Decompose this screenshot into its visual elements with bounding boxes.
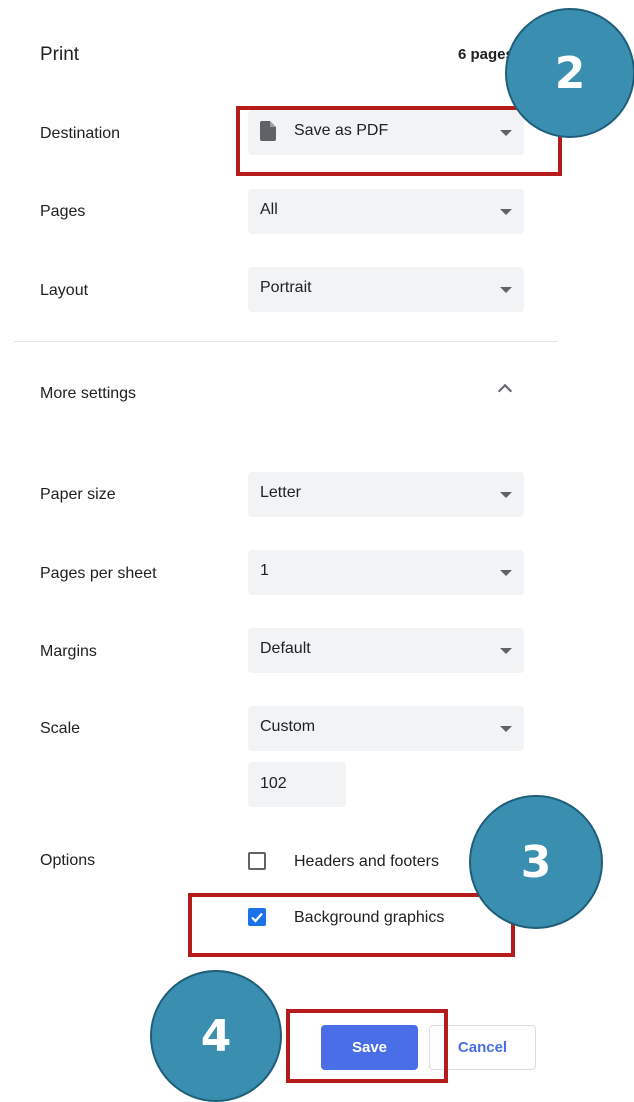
scale-input[interactable]: 102	[248, 762, 346, 807]
background-graphics-highlight-box	[188, 893, 515, 957]
margins-value: Default	[260, 640, 311, 657]
dropdown-arrow-icon	[500, 209, 512, 215]
pages-select[interactable]: All	[248, 189, 524, 234]
scale-select[interactable]: Custom	[248, 706, 524, 751]
scale-value: Custom	[260, 718, 316, 735]
paper-size-value: Letter	[260, 484, 301, 501]
layout-select[interactable]: Portrait	[248, 267, 524, 312]
pages-per-sheet-select[interactable]: 1	[248, 550, 524, 595]
destination-label: Destination	[40, 125, 121, 142]
pages-label: Pages	[40, 203, 86, 220]
layout-label: Layout	[40, 282, 89, 299]
step-4-callout: 4	[150, 970, 282, 1102]
dropdown-arrow-icon	[500, 648, 512, 654]
chevron-up-icon[interactable]	[497, 383, 513, 399]
paper-size-label: Paper size	[40, 486, 116, 503]
margins-label: Margins	[40, 643, 97, 660]
scale-input-value: 102	[260, 775, 287, 792]
step-2-callout: 2	[505, 8, 634, 138]
print-title: Print	[40, 44, 80, 65]
dropdown-arrow-icon	[500, 492, 512, 498]
headers-footers-checkbox[interactable]	[248, 852, 266, 870]
pages-per-sheet-label: Pages per sheet	[40, 565, 157, 582]
dropdown-arrow-icon	[500, 287, 512, 293]
save-highlight-box	[286, 1009, 448, 1083]
dropdown-arrow-icon	[500, 570, 512, 576]
pages-value: All	[260, 201, 278, 218]
headers-footers-label[interactable]: Headers and footers	[294, 853, 439, 871]
step-3-callout: 3	[469, 795, 603, 929]
pages-per-sheet-value: 1	[260, 562, 269, 579]
more-settings-toggle[interactable]: More settings	[40, 385, 136, 403]
paper-size-select[interactable]: Letter	[248, 472, 524, 517]
margins-select[interactable]: Default	[248, 628, 524, 673]
layout-value: Portrait	[260, 279, 312, 296]
dropdown-arrow-icon	[500, 726, 512, 732]
destination-highlight-box	[236, 106, 562, 176]
scale-label: Scale	[40, 720, 81, 737]
options-label: Options	[40, 852, 96, 869]
section-divider	[14, 341, 558, 342]
